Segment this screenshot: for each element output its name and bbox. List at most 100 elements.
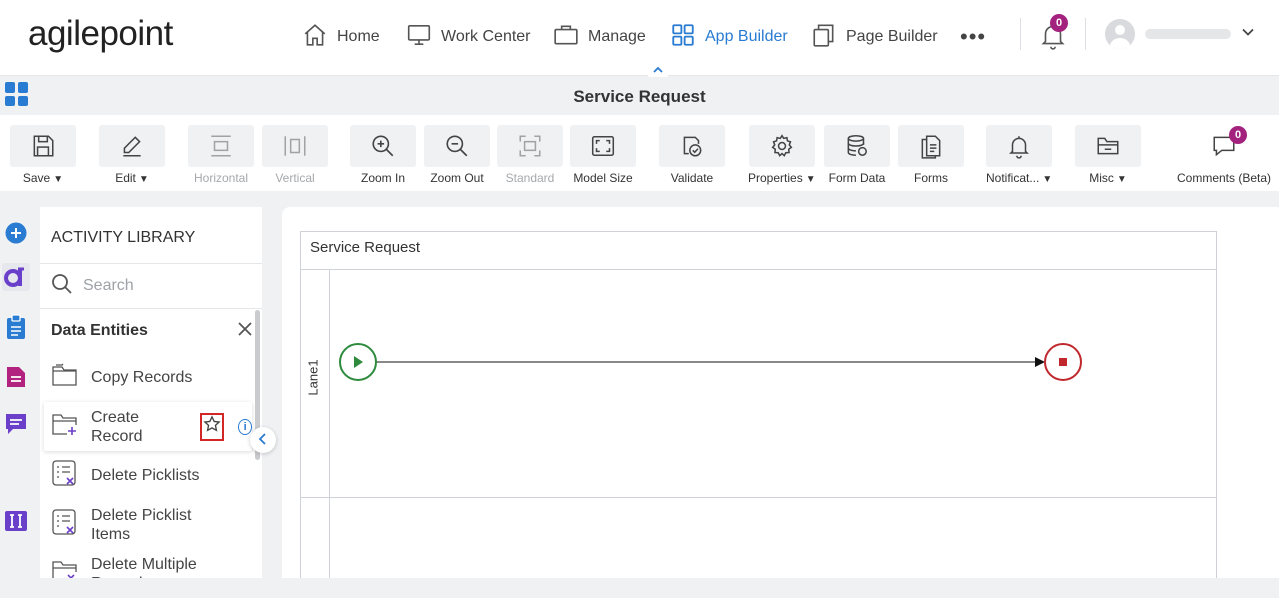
user-name-redacted [1145, 29, 1231, 39]
pool[interactable]: Service Request Lane1 [300, 231, 1217, 578]
comments-label: Comments (Beta) [1176, 171, 1272, 185]
standard-label: Standard [505, 171, 555, 185]
bell-icon [1040, 25, 1066, 54]
folder-icon [1075, 125, 1141, 167]
list-item[interactable]: Delete Picklists [40, 451, 262, 500]
top-navigation: agilepoint Home Work Center Manage App B… [0, 0, 1279, 76]
list-item[interactable]: Create Record i [44, 402, 253, 451]
page-title: Service Request [573, 87, 706, 106]
validate-label: Validate [670, 171, 714, 185]
align-horizontal-icon [188, 125, 254, 167]
model-size-label: Model Size [573, 171, 633, 185]
save-label: Save [22, 171, 51, 185]
comments-button[interactable]: 0 Comments (Beta) [1176, 125, 1272, 185]
clipboard-icon[interactable] [2, 313, 30, 341]
lane-header [301, 498, 330, 578]
list-item[interactable]: Delete Picklist Items [40, 500, 262, 549]
notifications-badge: 0 [1050, 14, 1068, 32]
app-builder-icon [670, 22, 696, 53]
comment-icon [1191, 125, 1257, 167]
user-menu[interactable] [1105, 19, 1255, 49]
model-size-button[interactable]: Model Size [570, 125, 636, 185]
edit-button[interactable]: Edit ▼ [99, 125, 165, 185]
process-canvas[interactable]: Service Request Lane1 [282, 207, 1279, 578]
gear-icon [748, 125, 815, 167]
forms-button[interactable]: Forms [898, 125, 964, 185]
folder-add-icon [51, 410, 79, 443]
nav-manage[interactable]: Manage [553, 22, 646, 52]
library-search [40, 264, 262, 309]
footer-bar [0, 578, 1279, 598]
form-data-label: Form Data [828, 171, 886, 185]
lane[interactable]: Lane1 [301, 270, 1216, 498]
fit-screen-icon [570, 125, 636, 167]
align-vertical-icon [262, 125, 328, 167]
form-data-button[interactable]: Form Data [824, 125, 890, 185]
nav-divider [1020, 18, 1021, 50]
search-input[interactable] [83, 277, 233, 295]
misc-label: Misc [1089, 171, 1114, 185]
zoom-in-button[interactable]: Zoom In [350, 125, 416, 185]
pencil-icon [99, 125, 165, 167]
misc-button[interactable]: Misc ▼ [1075, 125, 1141, 185]
zoom-in-label: Zoom In [360, 171, 405, 185]
copy-pages-icon [811, 22, 837, 53]
home-icon [302, 22, 328, 53]
vertical-button[interactable]: Vertical [262, 125, 328, 185]
left-rail [0, 205, 32, 580]
end-event[interactable] [1044, 343, 1082, 381]
folder-copy-icon [51, 361, 79, 394]
monitor-icon [406, 22, 432, 53]
nav-home[interactable]: Home [302, 22, 380, 52]
integration-icon[interactable] [2, 507, 30, 535]
info-icon[interactable]: i [238, 418, 253, 435]
form-document-icon[interactable] [2, 363, 30, 391]
save-button[interactable]: Save ▼ [10, 125, 76, 185]
list-item-label: Copy Records [91, 369, 193, 386]
more-menu-icon[interactable]: ••• [960, 24, 986, 50]
nav-page-builder[interactable]: Page Builder [811, 22, 938, 52]
standard-size-icon [497, 125, 563, 167]
activity-library-header: ACTIVITY LIBRARY [40, 207, 262, 264]
nav-app-builder[interactable]: App Builder [670, 22, 788, 52]
properties-button[interactable]: Properties ▼ [748, 125, 816, 185]
zoom-out-button[interactable]: Zoom Out [424, 125, 490, 185]
notifications-button[interactable]: 0 [1040, 14, 1068, 55]
favorite-button[interactable] [200, 412, 225, 441]
validate-icon [659, 125, 725, 167]
forms-label: Forms [914, 171, 948, 185]
close-icon[interactable] [238, 321, 252, 341]
activity-library-icon[interactable] [2, 263, 30, 291]
bell-icon [986, 125, 1053, 167]
nav-work-center[interactable]: Work Center [406, 22, 531, 52]
delete-list-icon [51, 508, 79, 541]
toolbar: Save ▼ Edit ▼ Horizontal Vertical Zoom In … [0, 115, 1279, 191]
chevron-down-icon [1241, 25, 1255, 44]
start-event[interactable] [339, 343, 377, 381]
nav-divider [1085, 18, 1086, 50]
chevron-left-icon [258, 432, 268, 449]
zoom-in-icon [350, 125, 416, 167]
forms-icon [898, 125, 964, 167]
delete-list-icon [51, 459, 79, 492]
list-item-label: Delete Picklists [91, 467, 200, 484]
notifications-tool-button[interactable]: Notificat... ▼ [986, 125, 1052, 185]
zoom-out-label: Zoom Out [430, 171, 484, 185]
chat-icon[interactable] [2, 410, 30, 438]
pool-title: Service Request [301, 232, 1216, 270]
list-item[interactable]: Delete Multiple Records [40, 549, 262, 578]
collapse-library-button[interactable] [250, 427, 276, 453]
category-header: Data Entities [40, 309, 262, 353]
edit-label: Edit [115, 171, 136, 185]
horizontal-label: Horizontal [193, 171, 249, 185]
standard-button[interactable]: Standard [497, 125, 563, 185]
category-title: Data Entities [51, 322, 148, 339]
horizontal-button[interactable]: Horizontal [188, 125, 254, 185]
agilepoint-logo[interactable]: agilepoint [28, 14, 173, 54]
folder-delete-icon [51, 557, 79, 578]
add-circle-icon[interactable] [2, 219, 30, 247]
notifications-label: Notificat... [986, 171, 1040, 185]
validate-button[interactable]: Validate [659, 125, 725, 185]
list-item[interactable]: Copy Records [40, 353, 262, 402]
comments-badge: 0 [1229, 126, 1247, 144]
